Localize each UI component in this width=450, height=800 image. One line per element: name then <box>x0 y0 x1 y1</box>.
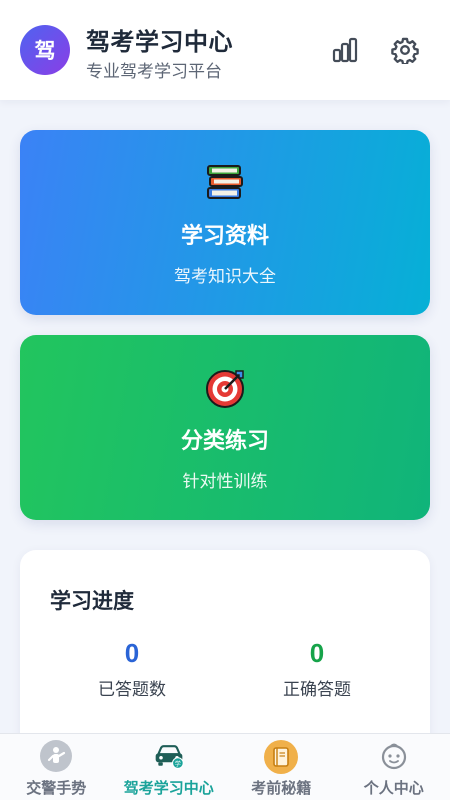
gear-icon <box>391 37 419 64</box>
nav-label: 驾考学习中心 <box>123 780 214 797</box>
card-title: 学习资料 <box>180 223 269 248</box>
card-subtitle: 驾考知识大全 <box>174 267 276 286</box>
nav-item-exam-tips[interactable]: 考前秘籍 <box>225 734 338 800</box>
bar-chart-icon <box>332 37 358 63</box>
app-title: 驾考学习中心 <box>86 29 233 56</box>
stats-button[interactable] <box>328 33 362 67</box>
card-subtitle: 针对性训练 <box>182 472 268 491</box>
svg-text:学: 学 <box>175 760 181 768</box>
app-subtitle: 专业驾考学习平台 <box>86 62 222 81</box>
settings-button[interactable] <box>388 33 422 67</box>
nav-item-traffic-gestures[interactable]: 交警手势 <box>0 734 113 800</box>
nav-label: 个人中心 <box>363 780 424 797</box>
nav-item-study-center[interactable]: 学 驾考学习中心 <box>113 734 226 800</box>
progress-title: 学习进度 <box>50 590 134 613</box>
correct-count-label: 正确答题 <box>283 680 351 699</box>
correct-count-value: 0 <box>309 638 325 668</box>
target-icon <box>205 367 245 408</box>
books-icon <box>205 162 245 202</box>
nav-label: 考前秘籍 <box>251 780 312 797</box>
nav-label: 交警手势 <box>26 780 87 797</box>
category-practice-card[interactable]: 分类练习 针对性训练 <box>20 335 430 520</box>
car-study-icon: 学 <box>153 740 185 772</box>
card-title: 分类练习 <box>180 428 269 453</box>
traffic-police-icon <box>40 740 73 772</box>
answered-count-value: 0 <box>124 638 140 668</box>
book-icon <box>264 740 299 774</box>
answered-count-stat: 0 已答题数 <box>52 638 212 700</box>
app-logo: 驾 <box>20 25 70 75</box>
answered-count-label: 已答题数 <box>98 680 166 699</box>
correct-count-stat: 0 正确答题 <box>237 638 397 700</box>
study-materials-card[interactable]: 学习资料 驾考知识大全 <box>20 130 430 315</box>
bottom-nav: 交警手势 学 驾考学习中心 考前秘籍 个人中心 <box>0 733 450 800</box>
nav-item-profile[interactable]: 个人中心 <box>338 734 450 800</box>
profile-face-icon <box>378 740 410 772</box>
app-header: 驾 驾考学习中心 专业驾考学习平台 <box>0 0 450 100</box>
